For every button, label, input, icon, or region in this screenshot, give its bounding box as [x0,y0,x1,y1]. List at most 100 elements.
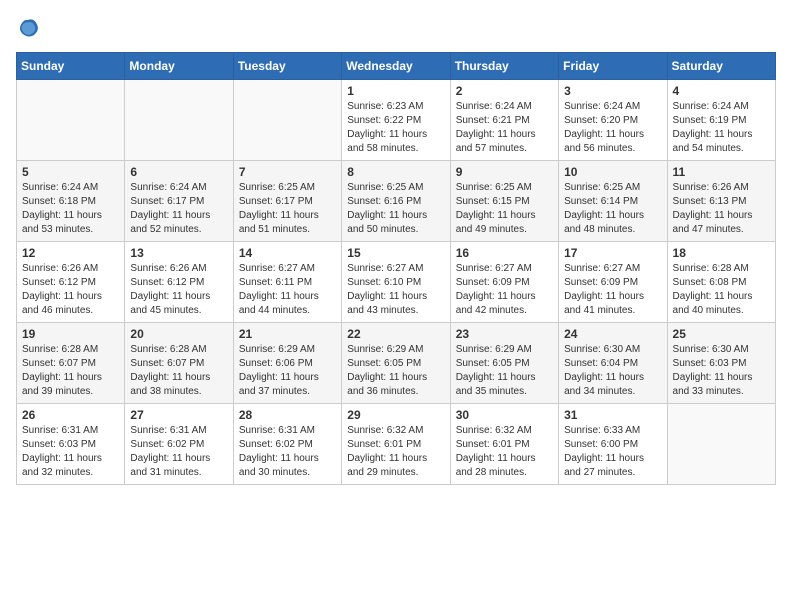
day-info: Sunrise: 6:24 AM Sunset: 6:17 PM Dayligh… [130,181,227,237]
calendar-cell: 13 Sunrise: 6:26 AM Sunset: 6:12 PM Dayli… [125,242,233,323]
calendar-cell: 4 Sunrise: 6:24 AM Sunset: 6:19 PM Daylig… [667,80,775,161]
day-number: 7 [239,165,336,179]
week-row-4: 19 Sunrise: 6:28 AM Sunset: 6:07 PM Dayli… [17,323,776,404]
day-info: Sunrise: 6:26 AM Sunset: 6:13 PM Dayligh… [673,181,770,237]
calendar-cell: 15 Sunrise: 6:27 AM Sunset: 6:10 PM Dayli… [342,242,450,323]
day-info: Sunrise: 6:31 AM Sunset: 6:03 PM Dayligh… [22,424,119,480]
day-info: Sunrise: 6:28 AM Sunset: 6:08 PM Dayligh… [673,262,770,318]
calendar-cell: 16Sunrise: 6:27 AM Sunset: 6:09 PM Dayli… [450,242,558,323]
day-info: Sunrise: 6:29 AM Sunset: 6:05 PM Dayligh… [347,343,444,399]
day-number: 14 [239,246,336,260]
day-number: 20 [130,327,227,341]
day-info: Sunrise: 6:31 AM Sunset: 6:02 PM Dayligh… [239,424,336,480]
day-number: 19 [22,327,119,341]
day-info: Sunrise: 6:24 AM Sunset: 6:20 PM Dayligh… [564,100,661,156]
calendar-cell: 25Sunrise: 6:30 AM Sunset: 6:03 PM Dayli… [667,323,775,404]
day-number: 25 [673,327,770,341]
day-number: 28 [239,408,336,422]
weekday-header-tuesday: Tuesday [233,53,341,80]
day-info: Sunrise: 6:23 AM Sunset: 6:22 PM Dayligh… [347,100,444,156]
calendar: SundayMondayTuesdayWednesdayThursdayFrid… [16,52,776,485]
weekday-header-row: SundayMondayTuesdayWednesdayThursdayFrid… [17,53,776,80]
day-info: Sunrise: 6:25 AM Sunset: 6:15 PM Dayligh… [456,181,553,237]
calendar-cell: 22 Sunrise: 6:29 AM Sunset: 6:05 PM Dayli… [342,323,450,404]
day-number: 24 [564,327,661,341]
day-number: 11 [673,165,770,179]
day-info: Sunrise: 6:24 AM Sunset: 6:21 PM Dayligh… [456,100,553,156]
day-info: Sunrise: 6:31 AM Sunset: 6:02 PM Dayligh… [130,424,227,480]
calendar-cell: 24 Sunrise: 6:30 AM Sunset: 6:04 PM Dayli… [559,323,667,404]
day-info: Sunrise: 6:25 AM Sunset: 6:14 PM Dayligh… [564,181,661,237]
day-number: 12 [22,246,119,260]
day-number: 4 [673,84,770,98]
calendar-cell: 9 Sunrise: 6:25 AM Sunset: 6:15 PM Daylig… [450,161,558,242]
calendar-cell: 12 Sunrise: 6:26 AM Sunset: 6:12 PM Dayli… [17,242,125,323]
weekday-header-monday: Monday [125,53,233,80]
day-number: 8 [347,165,444,179]
calendar-cell: 30 Sunrise: 6:32 AM Sunset: 6:01 PM Dayli… [450,404,558,485]
calendar-cell: 19 Sunrise: 6:28 AM Sunset: 6:07 PM Dayli… [17,323,125,404]
calendar-cell: 3 Sunrise: 6:24 AM Sunset: 6:20 PM Daylig… [559,80,667,161]
calendar-cell: 2 Sunrise: 6:24 AM Sunset: 6:21 PM Daylig… [450,80,558,161]
week-row-2: 5Sunrise: 6:24 AM Sunset: 6:18 PM Daylig… [17,161,776,242]
calendar-cell: 17Sunrise: 6:27 AM Sunset: 6:09 PM Dayli… [559,242,667,323]
calendar-cell [233,80,341,161]
day-number: 15 [347,246,444,260]
calendar-cell: 7 Sunrise: 6:25 AM Sunset: 6:17 PM Daylig… [233,161,341,242]
weekday-header-sunday: Sunday [17,53,125,80]
day-number: 26 [22,408,119,422]
calendar-cell: 29 Sunrise: 6:32 AM Sunset: 6:01 PM Dayli… [342,404,450,485]
day-number: 2 [456,84,553,98]
day-number: 23 [456,327,553,341]
day-info: Sunrise: 6:29 AM Sunset: 6:06 PM Dayligh… [239,343,336,399]
calendar-cell: 6 Sunrise: 6:24 AM Sunset: 6:17 PM Daylig… [125,161,233,242]
calendar-cell: 8 Sunrise: 6:25 AM Sunset: 6:16 PM Daylig… [342,161,450,242]
day-number: 13 [130,246,227,260]
week-row-3: 12 Sunrise: 6:26 AM Sunset: 6:12 PM Dayli… [17,242,776,323]
calendar-cell: 23 Sunrise: 6:29 AM Sunset: 6:05 PM Dayli… [450,323,558,404]
week-row-1: 1 Sunrise: 6:23 AM Sunset: 6:22 PM Daylig… [17,80,776,161]
day-number: 5 [22,165,119,179]
calendar-cell: 18 Sunrise: 6:28 AM Sunset: 6:08 PM Dayli… [667,242,775,323]
day-info: Sunrise: 6:27 AM Sunset: 6:11 PM Dayligh… [239,262,336,318]
day-info: Sunrise: 6:30 AM Sunset: 6:04 PM Dayligh… [564,343,661,399]
day-number: 29 [347,408,444,422]
day-number: 9 [456,165,553,179]
page-header [16,16,776,40]
weekday-header-wednesday: Wednesday [342,53,450,80]
weekday-header-thursday: Thursday [450,53,558,80]
calendar-cell: 28 Sunrise: 6:31 AM Sunset: 6:02 PM Dayli… [233,404,341,485]
day-number: 21 [239,327,336,341]
day-info: Sunrise: 6:27 AM Sunset: 6:10 PM Dayligh… [347,262,444,318]
day-info: Sunrise: 6:33 AM Sunset: 6:00 PM Dayligh… [564,424,661,480]
day-info: Sunrise: 6:29 AM Sunset: 6:05 PM Dayligh… [456,343,553,399]
week-row-5: 26 Sunrise: 6:31 AM Sunset: 6:03 PM Dayli… [17,404,776,485]
weekday-header-friday: Friday [559,53,667,80]
day-info: Sunrise: 6:26 AM Sunset: 6:12 PM Dayligh… [22,262,119,318]
logo-icon [16,16,40,40]
calendar-cell [125,80,233,161]
day-number: 22 [347,327,444,341]
day-info: Sunrise: 6:27 AM Sunset: 6:09 PM Dayligh… [456,262,553,318]
day-number: 31 [564,408,661,422]
calendar-cell: 11 Sunrise: 6:26 AM Sunset: 6:13 PM Dayli… [667,161,775,242]
day-info: Sunrise: 6:32 AM Sunset: 6:01 PM Dayligh… [347,424,444,480]
day-number: 18 [673,246,770,260]
day-number: 10 [564,165,661,179]
calendar-cell: 14 Sunrise: 6:27 AM Sunset: 6:11 PM Dayli… [233,242,341,323]
day-info: Sunrise: 6:24 AM Sunset: 6:19 PM Dayligh… [673,100,770,156]
day-number: 1 [347,84,444,98]
day-number: 3 [564,84,661,98]
day-info: Sunrise: 6:25 AM Sunset: 6:16 PM Dayligh… [347,181,444,237]
day-info: Sunrise: 6:32 AM Sunset: 6:01 PM Dayligh… [456,424,553,480]
day-info: Sunrise: 6:26 AM Sunset: 6:12 PM Dayligh… [130,262,227,318]
calendar-cell: 26 Sunrise: 6:31 AM Sunset: 6:03 PM Dayli… [17,404,125,485]
day-info: Sunrise: 6:28 AM Sunset: 6:07 PM Dayligh… [22,343,119,399]
day-number: 6 [130,165,227,179]
weekday-header-saturday: Saturday [667,53,775,80]
day-info: Sunrise: 6:27 AM Sunset: 6:09 PM Dayligh… [564,262,661,318]
day-info: Sunrise: 6:25 AM Sunset: 6:17 PM Dayligh… [239,181,336,237]
day-number: 30 [456,408,553,422]
calendar-cell: 31 Sunrise: 6:33 AM Sunset: 6:00 PM Dayli… [559,404,667,485]
calendar-cell: 21 Sunrise: 6:29 AM Sunset: 6:06 PM Dayli… [233,323,341,404]
